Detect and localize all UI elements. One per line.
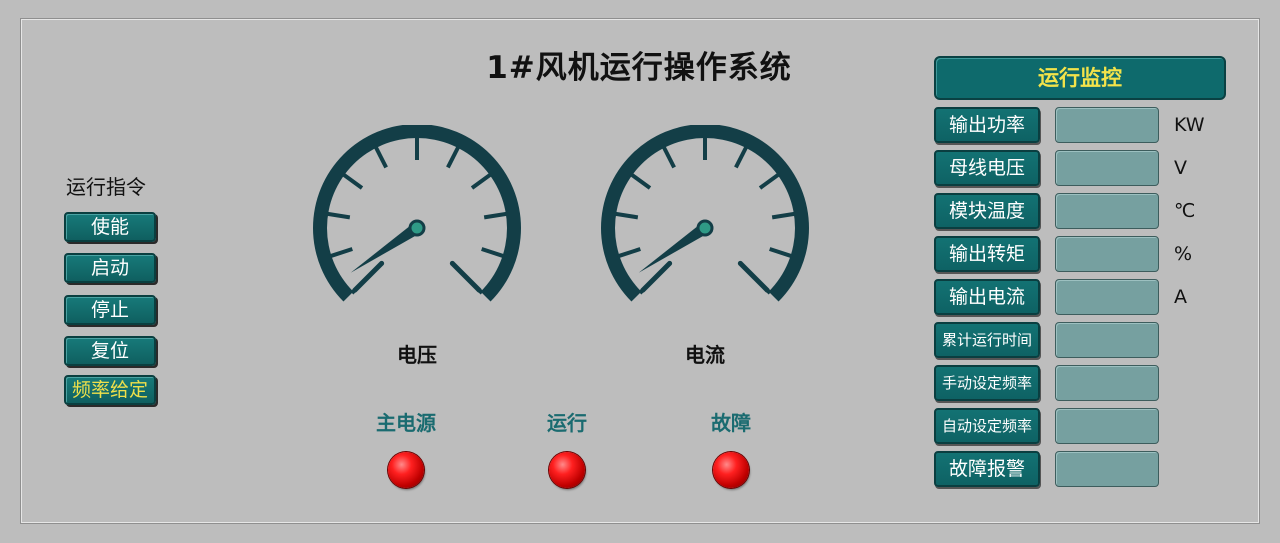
gauge-tick xyxy=(483,211,509,220)
auto-frequency-label[interactable]: 自动设定频率 xyxy=(934,408,1040,444)
gauge-tick xyxy=(629,172,652,190)
cumulative-runtime-value xyxy=(1055,322,1159,358)
voltage-gauge-label: 电压 xyxy=(397,343,437,367)
gauge-tick xyxy=(328,247,353,259)
output-torque-unit: % xyxy=(1174,243,1193,265)
gauge-tick xyxy=(325,211,351,220)
gauge-tick xyxy=(771,211,797,220)
bus-voltage-unit: V xyxy=(1174,157,1187,179)
fault-lamp xyxy=(713,452,749,488)
cumulative-runtime-label[interactable]: 累计运行时间 xyxy=(934,322,1040,358)
gauge-tick xyxy=(737,260,770,293)
gauge-tick xyxy=(446,145,461,169)
gauge-tick xyxy=(616,247,641,259)
running-label: 运行 xyxy=(547,411,587,435)
gauge-hub xyxy=(408,219,426,237)
fault-label: 故障 xyxy=(711,411,751,435)
enable-button[interactable]: 使能 xyxy=(64,212,156,242)
voltage-gauge xyxy=(313,125,521,302)
output-power-label[interactable]: 输出功率 xyxy=(934,107,1040,143)
output-current-label[interactable]: 输出电流 xyxy=(934,279,1040,315)
gauge-tick xyxy=(734,145,749,169)
gauge-tick xyxy=(769,247,794,259)
auto-frequency-value xyxy=(1055,408,1159,444)
gauge-tick xyxy=(470,172,493,190)
output-current-value xyxy=(1055,279,1159,315)
bus-voltage-label[interactable]: 母线电压 xyxy=(934,150,1040,186)
running-lamp xyxy=(549,452,585,488)
commands-title: 运行指令 xyxy=(66,175,146,199)
main-power-lamp xyxy=(388,452,424,488)
frequency-setting-button[interactable]: 频率给定 xyxy=(64,375,156,405)
bus-voltage-value xyxy=(1055,150,1159,186)
gauge-tick xyxy=(341,172,364,190)
module-temperature-label[interactable]: 模块温度 xyxy=(934,193,1040,229)
module-temperature-value xyxy=(1055,193,1159,229)
output-torque-label[interactable]: 输出转矩 xyxy=(934,236,1040,272)
stop-button[interactable]: 停止 xyxy=(64,295,156,325)
output-torque-value xyxy=(1055,236,1159,272)
manual-frequency-value xyxy=(1055,365,1159,401)
gauge-tick xyxy=(373,145,388,169)
gauge-tick xyxy=(449,260,482,293)
manual-frequency-label[interactable]: 手动设定频率 xyxy=(934,365,1040,401)
module-temperature-unit: ℃ xyxy=(1174,200,1196,222)
current-gauge-label: 电流 xyxy=(685,343,725,367)
gauge-tick xyxy=(613,211,639,220)
main-power-label: 主电源 xyxy=(376,411,436,435)
fault-alarm-value xyxy=(1055,451,1159,487)
start-button[interactable]: 启动 xyxy=(64,253,156,283)
output-power-unit: KW xyxy=(1174,114,1205,136)
current-gauge xyxy=(601,125,809,302)
gauge-hub xyxy=(696,219,714,237)
fault-alarm-label[interactable]: 故障报警 xyxy=(934,451,1040,487)
output-power-value xyxy=(1055,107,1159,143)
gauge-tick xyxy=(661,145,676,169)
output-current-unit: A xyxy=(1174,286,1187,308)
monitor-header: 运行监控 xyxy=(934,56,1226,100)
reset-button[interactable]: 复位 xyxy=(64,336,156,366)
gauge-tick xyxy=(758,172,781,190)
gauge-tick xyxy=(481,247,506,259)
